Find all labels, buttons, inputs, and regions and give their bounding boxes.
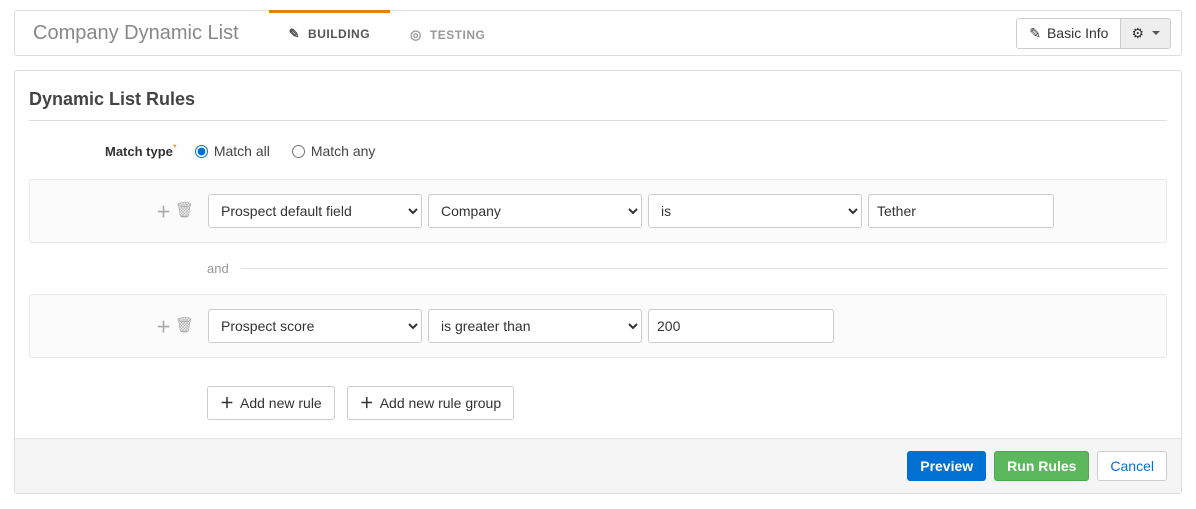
cancel-button[interactable]: Cancel: [1097, 451, 1167, 481]
page-title: Company Dynamic List: [33, 22, 239, 45]
add-group-label: Add new rule group: [380, 395, 501, 411]
header-bar: Company Dynamic List ✎ BUILDING ◎ TESTIN…: [14, 10, 1182, 56]
match-type-label: Match type: [105, 144, 173, 159]
rule-value-input[interactable]: [648, 309, 834, 343]
rule-operator-select[interactable]: is: [648, 194, 862, 228]
tab-label: BUILDING: [308, 27, 370, 41]
tab-testing[interactable]: ◎ TESTING: [390, 10, 505, 56]
match-type-row: Match type* Match all Match any: [29, 143, 1167, 159]
target-icon: ◎: [410, 27, 422, 43]
basic-info-button[interactable]: ✎ Basic Info: [1016, 18, 1121, 49]
rule-field-name-select[interactable]: Company: [428, 194, 642, 228]
rule-row: ＋ 🗑 Prospect score is greater than: [29, 294, 1167, 358]
pencil-icon: ✎: [1029, 25, 1041, 42]
trash-icon[interactable]: 🗑: [175, 316, 194, 337]
section-title: Dynamic List Rules: [29, 85, 1167, 121]
add-rule-label: Add new rule: [240, 395, 322, 411]
rule-field-type-select[interactable]: Prospect default field: [208, 194, 422, 228]
add-new-rule-button[interactable]: ＋ Add new rule: [207, 386, 335, 420]
rule-value-input[interactable]: [868, 194, 1054, 228]
edit-icon: ✎: [289, 26, 300, 42]
tab-building[interactable]: ✎ BUILDING: [269, 10, 390, 56]
and-divider: and: [207, 261, 1167, 276]
rule-field-type-select[interactable]: Prospect score: [208, 309, 422, 343]
trash-icon[interactable]: 🗑: [175, 201, 194, 222]
footer-bar: Preview Run Rules Cancel: [15, 438, 1181, 493]
rule-operator-select[interactable]: is greater than: [428, 309, 642, 343]
match-any-label: Match any: [311, 143, 376, 159]
run-rules-button[interactable]: Run Rules: [994, 451, 1089, 481]
plus-icon: ＋: [220, 393, 234, 413]
add-icon[interactable]: ＋: [156, 316, 171, 337]
match-any-radio[interactable]: [292, 145, 305, 158]
required-asterisk: *: [173, 143, 177, 154]
add-new-rule-group-button[interactable]: ＋ Add new rule group: [347, 386, 514, 420]
add-icon[interactable]: ＋: [156, 201, 171, 222]
match-all-option[interactable]: Match all: [195, 143, 270, 159]
rules-panel: Dynamic List Rules Match type* Match all…: [14, 70, 1182, 494]
preview-button[interactable]: Preview: [907, 451, 986, 481]
tab-label: TESTING: [430, 28, 486, 42]
rule-row: ＋ 🗑 Prospect default field Company is: [29, 179, 1167, 243]
match-all-label: Match all: [214, 143, 270, 159]
plus-icon: ＋: [360, 393, 374, 413]
and-label: and: [207, 261, 229, 276]
gear-icon: ⚙: [1131, 25, 1144, 42]
divider-line: [241, 268, 1167, 269]
basic-info-label: Basic Info: [1047, 25, 1108, 41]
settings-menu-button[interactable]: ⚙: [1120, 18, 1171, 49]
match-any-option[interactable]: Match any: [292, 143, 376, 159]
chevron-down-icon: [1152, 31, 1160, 35]
match-all-radio[interactable]: [195, 145, 208, 158]
